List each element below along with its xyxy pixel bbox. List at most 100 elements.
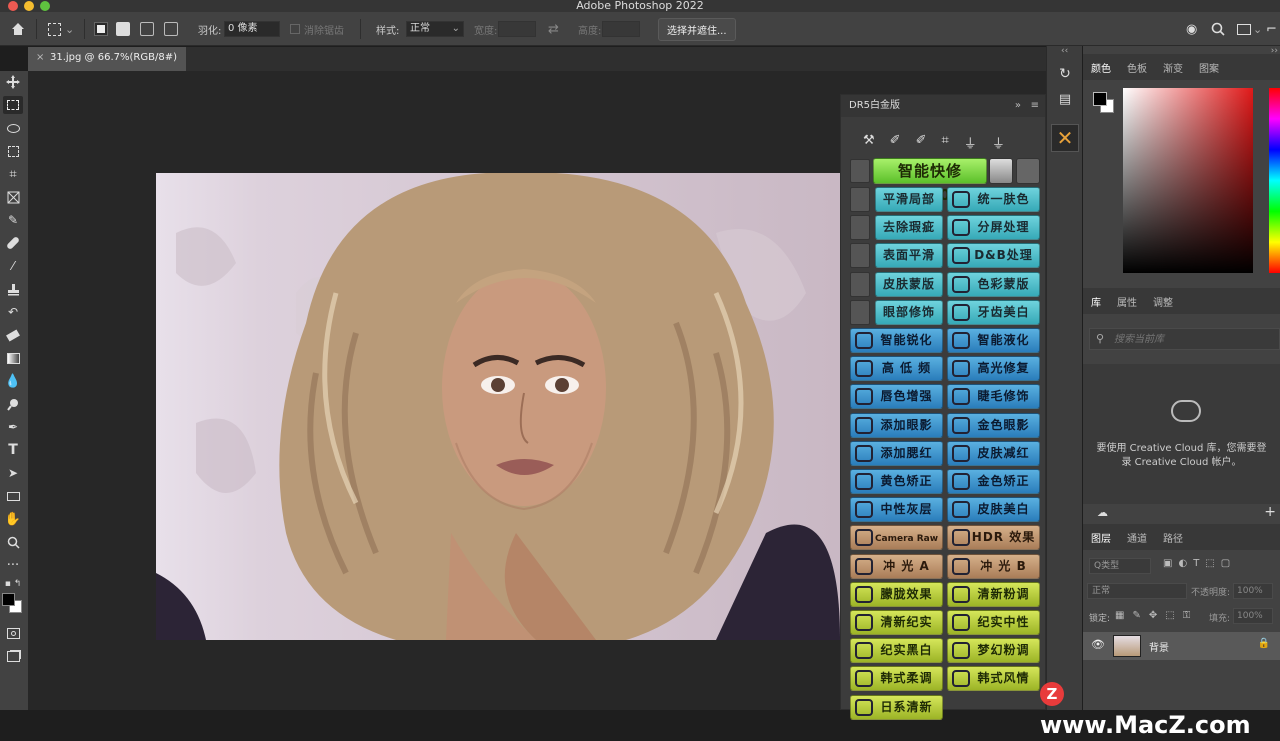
dr5-button-10-right[interactable]: 金色矫正 [947,469,1040,494]
dr5-button-17-left[interactable]: 韩式柔调 [850,666,943,691]
height-input[interactable] [602,21,640,37]
tab-swatches[interactable]: 色板 [1119,60,1155,75]
dr5-button-18-left[interactable]: 日系清新 [850,695,943,720]
type-tool-icon[interactable]: T [3,441,23,459]
retouch-row-shortcut-icon[interactable] [850,187,870,212]
blur-tool-icon[interactable]: 💧 [3,372,23,390]
opacity-input[interactable]: 100% [1233,583,1273,599]
retouch-row-shortcut-icon[interactable] [850,272,870,297]
quick-mask-icon[interactable] [3,624,23,642]
pen-tool-icon[interactable]: ✒ [3,418,23,436]
path-selection-tool-icon[interactable]: ➤ [3,464,23,482]
dr5-button-2-left[interactable]: 表面平滑 [875,243,943,268]
foreground-color-swatch[interactable] [2,593,15,606]
width-input[interactable] [498,21,536,37]
tab-gradients[interactable]: 渐变 [1155,60,1191,75]
brush-tool-shortcut-icon[interactable]: ⚒ [863,133,875,152]
dodge-tool-icon[interactable] [3,395,23,413]
lock-position-icon[interactable]: ✥ [1149,610,1157,621]
library-search-box[interactable]: ⚲ [1089,328,1280,350]
workspace-icon[interactable]: ⌄ [1237,12,1262,46]
filter-shape-icon[interactable]: ⬚ [1205,558,1214,569]
lock-transparency-icon[interactable]: ▦ [1115,610,1124,621]
screen-mode-icon[interactable] [3,647,23,665]
layer-row-background[interactable]: 👁 背景 🔒 [1083,632,1280,660]
panel-menu-icon[interactable]: ≡ [1031,95,1039,117]
edit-toolbar-icon[interactable]: ··· [3,556,23,574]
rectangle-tool-icon[interactable] [3,487,23,505]
smart-retouch-header-button[interactable]: 智能快修 V5.0 [873,158,987,204]
dr5-button-14-right[interactable]: 清新粉调 [947,582,1040,607]
close-tab-icon[interactable]: × [36,47,44,69]
dr5-button-8-right[interactable]: 金色眼影 [947,413,1040,438]
retouch-row-shortcut-icon[interactable] [850,300,870,325]
dr5-button-6-left[interactable]: 高 低 频 [850,356,943,381]
dr5-button-15-right[interactable]: 纪实中性 [947,610,1040,635]
color-picker-field[interactable] [1123,88,1253,273]
retouch-row-shortcut-icon[interactable] [850,215,870,240]
intersect-selection-icon[interactable] [164,12,178,46]
dr5-button-0-right[interactable]: 统一肤色 [947,187,1040,212]
healing-brush-tool-icon[interactable] [3,234,23,252]
comments-panel-icon[interactable]: ▤ [1055,92,1075,112]
filter-pixel-icon[interactable]: ▣ [1163,558,1172,569]
crop-shortcut-icon[interactable]: ⌗ [941,133,948,152]
dr5-button-9-right[interactable]: 皮肤减红 [947,441,1040,466]
crop-tool-icon[interactable]: ⌗ [3,165,23,183]
dr5-button-4-right[interactable]: 牙齿美白 [947,300,1040,325]
tab-properties[interactable]: 属性 [1109,294,1145,309]
dr5-button-9-left[interactable]: 添加腮红 [850,441,943,466]
tab-adjustments[interactable]: 调整 [1145,294,1181,309]
style-select[interactable]: 正常 ⌄ [406,21,464,37]
dr5-button-12-left[interactable]: Camera Raw [850,525,943,550]
swap-colors-icon[interactable]: ▪ ↰ [3,575,23,593]
history-panel-icon[interactable]: ↻ [1055,66,1075,86]
collapse-panel-icon[interactable]: » [1015,95,1021,117]
lock-all-icon[interactable]: ⚿ [1183,610,1191,621]
dr5-button-12-right[interactable]: HDR 效果 [947,525,1040,550]
frame-tool-icon[interactable] [3,188,23,206]
marquee-tool-preset-icon[interactable]: ⌄ [48,12,74,46]
dr5-plugin-icon[interactable]: ✕ [1051,124,1079,152]
maximize-window-button[interactable] [40,1,50,11]
foreground-color-chip[interactable] [1093,92,1107,106]
gradient-preview-icon[interactable] [989,158,1013,184]
dr5-button-17-right[interactable]: 韩式风情 [947,666,1040,691]
dr5-button-10-left[interactable]: 黄色矫正 [850,469,943,494]
zoom-tool-icon[interactable] [3,533,23,551]
dr5-button-6-right[interactable]: 高光修复 [947,356,1040,381]
share-icon[interactable]: ◉ [1186,12,1197,46]
dr5-button-3-left[interactable]: 皮肤蒙版 [875,272,943,297]
feather-input[interactable]: 0 像素 [224,21,280,37]
stamp-shortcut-icon[interactable]: ⏚ [964,133,977,152]
rectangular-marquee-tool-icon[interactable] [3,96,23,114]
search-icon[interactable] [1211,12,1225,46]
expand-dock-icon[interactable]: ‹‹ [1061,46,1068,56]
dr5-button-16-left[interactable]: 纪实黑白 [850,638,943,663]
clone-stamp-tool-icon[interactable] [3,280,23,298]
layer-visibility-eye-icon[interactable]: 👁 [1091,638,1105,651]
subtract-from-selection-icon[interactable] [140,12,154,46]
filter-adjustment-icon[interactable]: ◐ [1178,558,1187,569]
home-icon[interactable] [10,12,26,46]
new-selection-icon[interactable] [94,12,108,46]
minimize-window-button[interactable] [24,1,34,11]
tab-libraries[interactable]: 库 [1083,294,1109,309]
add-library-icon[interactable]: + [1264,504,1276,520]
tab-channels[interactable]: 通道 [1119,530,1155,545]
history-brush-tool-icon[interactable]: ↶ [3,303,23,321]
tab-color[interactable]: 颜色 [1083,60,1119,75]
dr5-button-8-left[interactable]: 添加眼影 [850,413,943,438]
dr5-button-3-right[interactable]: 色彩蒙版 [947,272,1040,297]
cloud-sync-icon[interactable]: ☁ [1097,506,1108,519]
lasso-shortcut-icon[interactable] [850,159,870,183]
move-tool-icon[interactable] [3,73,23,91]
retouch-row-shortcut-icon[interactable] [850,243,870,268]
filter-type-icon[interactable]: T [1193,558,1199,569]
dr5-button-14-left[interactable]: 朦胧效果 [850,582,943,607]
hand-tool-icon[interactable]: ✋ [3,510,23,528]
close-window-button[interactable] [8,1,18,11]
dr5-button-5-right[interactable]: 智能液化 [947,328,1040,353]
dr5-button-5-left[interactable]: 智能锐化 [850,328,943,353]
tab-layers[interactable]: 图层 [1083,530,1119,545]
